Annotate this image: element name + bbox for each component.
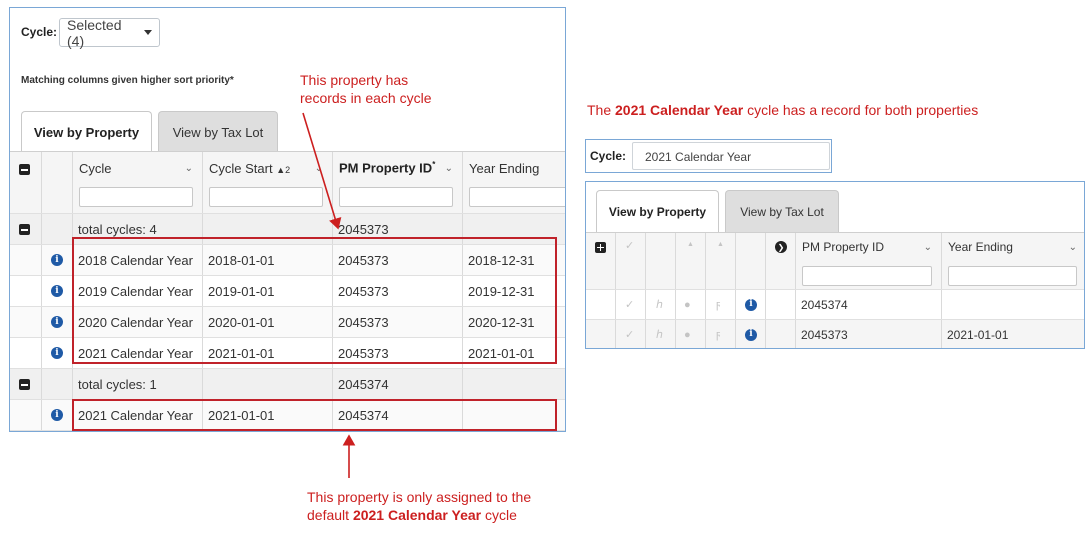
history-icon[interactable]: ℎ (656, 328, 663, 341)
annotation-single-cycle: This property is only assigned to the de… (307, 488, 531, 524)
tab-view-by-property[interactable]: View by Property (596, 190, 719, 233)
annotation-text: cycle has a record for both properties (743, 102, 979, 118)
cell-year-ending (942, 290, 1084, 319)
column-year-ending-label: Year Ending (948, 240, 1013, 254)
info-icon[interactable]: i (745, 328, 757, 341)
annotation-text: The (587, 102, 616, 118)
right-inventory-panel: View by Property View by Tax Lot ✓ ▲ ▲ ❯… (585, 181, 1085, 349)
pm-property-id-filter-input[interactable] (802, 266, 932, 286)
cycle-label: Cycle: (590, 149, 627, 163)
comment-icon[interactable]: ● (684, 299, 691, 311)
annotation-each-cycle: This property has records in each cycle (300, 71, 432, 107)
chevron-down-icon[interactable]: ⌄ (1069, 242, 1077, 253)
chevron-right-circle-icon[interactable]: ❯ (775, 241, 787, 253)
check-icon: ✓ (625, 240, 635, 252)
comment-icon[interactable]: ● (684, 329, 691, 341)
annotation-text: cycle (481, 507, 517, 523)
annotation-line: This property has (300, 72, 409, 88)
column-pm-property-id[interactable]: PM Property ID ⌄ (796, 233, 942, 289)
check-icon[interactable]: ✓ (625, 298, 634, 311)
cell-year-ending: 2021-01-01 (947, 327, 1009, 342)
bolt-icon[interactable]: ϝ (716, 329, 720, 341)
history-icon[interactable]: ℎ (656, 298, 663, 311)
chevron-down-icon[interactable]: ⌄ (924, 242, 932, 253)
right-property-grid: ✓ ▲ ▲ ❯ PM Property ID ⌄ Year Ending ⌄ ✓… (586, 232, 1084, 348)
table-row[interactable]: ✓ ℎ ● ϝ i 2045374 (586, 290, 1084, 320)
annotation-text: default (307, 507, 353, 523)
arrow-to-group-one (302, 112, 342, 230)
annotation-line: records in each cycle (300, 90, 432, 106)
column-pm-property-id-label: PM Property ID (802, 240, 885, 254)
cell-pm-id: 2045374 (796, 290, 942, 319)
check-icon[interactable]: ✓ (625, 328, 634, 341)
bolt-icon[interactable]: ϝ (716, 299, 720, 311)
expand-all-icon[interactable] (595, 242, 606, 253)
year-ending-filter-input[interactable] (948, 266, 1077, 286)
sort-up-icon: ▲ (717, 241, 724, 248)
annotation-both-properties: The 2021 Calendar Year cycle has a recor… (587, 101, 978, 119)
annotation-bold-text: 2021 Calendar Year (352, 507, 482, 523)
sort-up-icon: ▲ (687, 241, 694, 248)
grid-header-row: ✓ ▲ ▲ ❯ PM Property ID ⌄ Year Ending ⌄ (586, 233, 1084, 290)
annotation-bold-text: 2021 Calendar Year (615, 102, 744, 118)
cycle-select-field[interactable]: 2021 Calendar Year (632, 142, 830, 170)
annotation-line: This property is only assigned to the (307, 489, 532, 505)
table-row[interactable]: ✓ ℎ ● ϝ i 2045373 2021-01-01 (586, 320, 1084, 348)
tab-view-by-tax-lot[interactable]: View by Tax Lot (725, 190, 839, 233)
column-year-ending[interactable]: Year Ending ⌄ (942, 233, 1084, 289)
info-icon[interactable]: i (745, 298, 757, 311)
right-cycle-bar: Cycle: 2021 Calendar Year (585, 139, 832, 173)
cell-pm-id: 2045373 (796, 320, 942, 348)
